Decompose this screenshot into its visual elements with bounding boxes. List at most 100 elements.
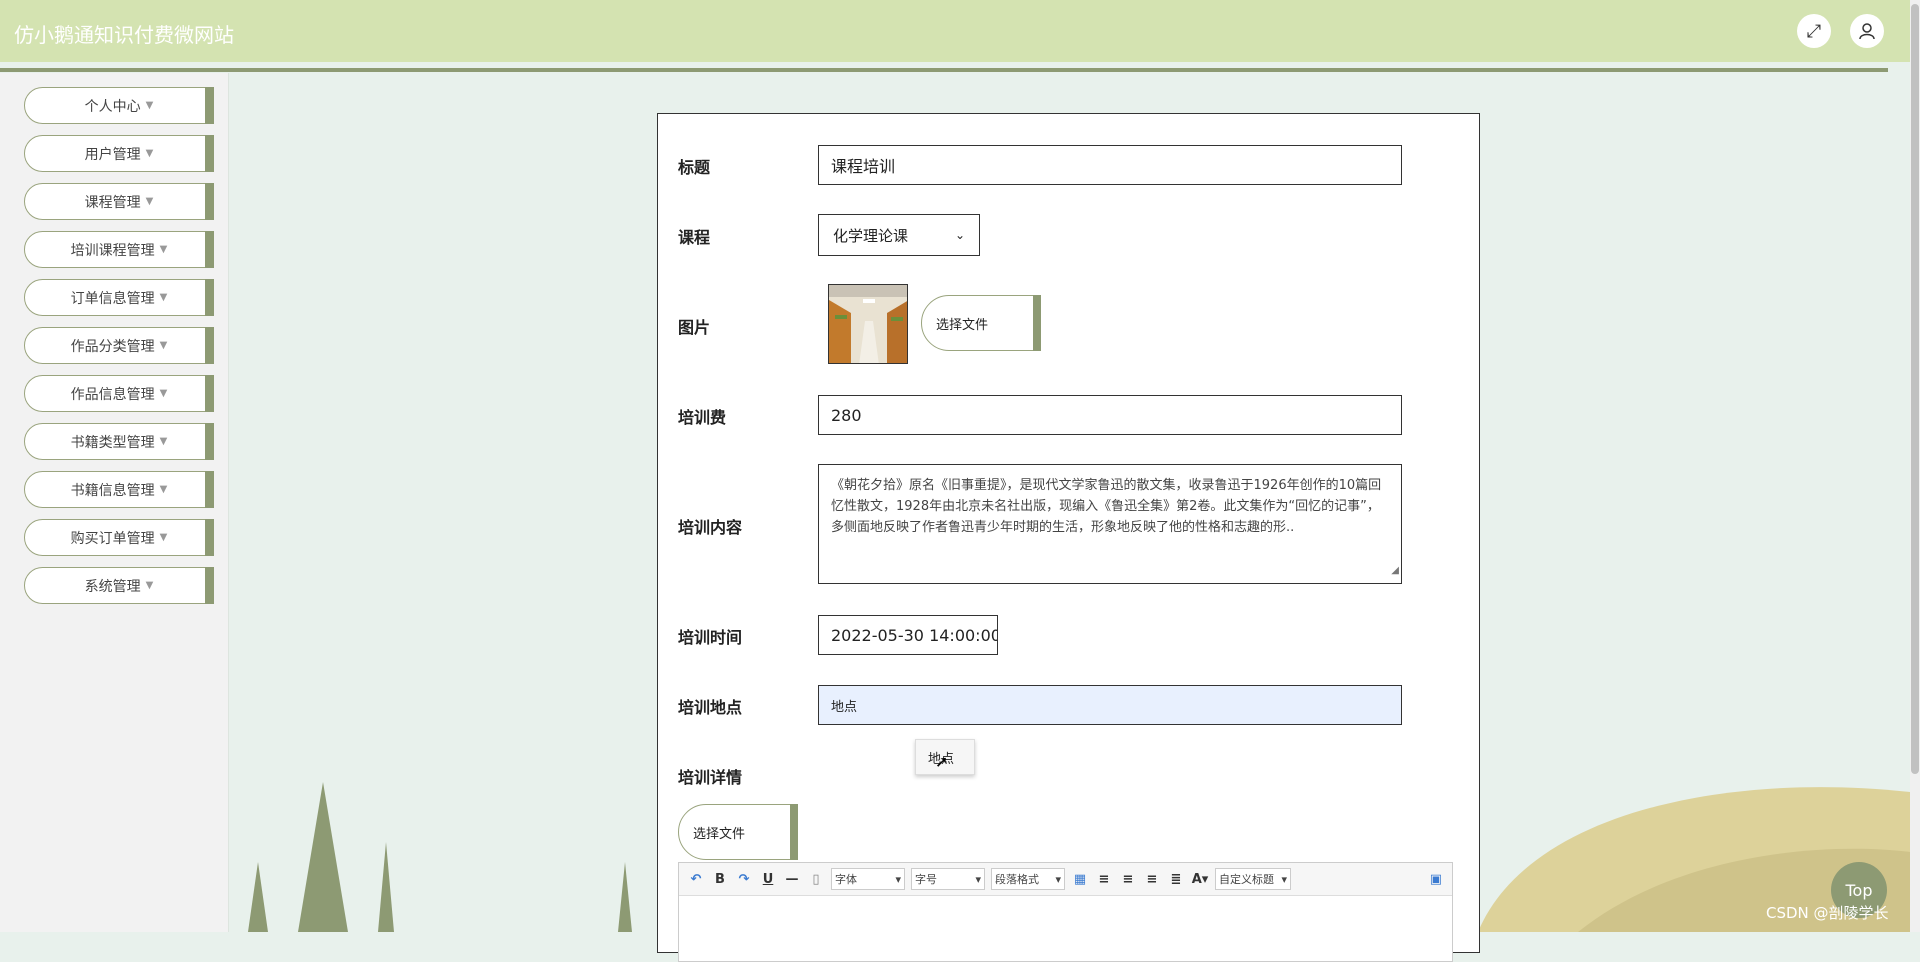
header-divider xyxy=(0,68,1888,72)
place-input-text: 地点 xyxy=(831,699,858,715)
redo-icon[interactable]: ↷ xyxy=(735,872,753,887)
caret-down-icon: ▼ xyxy=(159,484,168,495)
time-input[interactable]: 2022-05-30 14:00:00 xyxy=(818,615,998,655)
sidebar-item-label: 订单信息管理 xyxy=(70,290,155,307)
caret-down-icon: ▼ xyxy=(159,532,168,543)
sidebar: 个人中心 ▼ 用户管理 ▼ 课程管理 ▼ 培训课程管理 ▼ 订单信息管理 ▼ 作品分类管理… xyxy=(0,73,229,932)
time-value: 2022-05-30 14:00:00 xyxy=(831,625,998,645)
align-justify-icon[interactable]: ≣ xyxy=(1167,872,1185,887)
detail-choose-file-button[interactable]: 选择文件 xyxy=(678,804,798,860)
course-select-value: 化学理论课 xyxy=(833,226,909,245)
undo-icon[interactable]: ↶ xyxy=(687,872,705,887)
time-label: 培训时间 xyxy=(678,628,743,647)
align-left-icon[interactable]: ≡ xyxy=(1095,872,1113,887)
resize-handle-icon[interactable]: ◢ xyxy=(1391,560,1399,581)
sidebar-item-order-management[interactable]: 订单信息管理 ▼ xyxy=(24,279,214,316)
sidebar-item-label: 作品分类管理 xyxy=(70,338,155,355)
user-icon xyxy=(1859,23,1875,40)
size-select-label: 字号 xyxy=(915,873,937,886)
bold-icon[interactable]: B xyxy=(711,872,729,887)
sidebar-item-work-category-management[interactable]: 作品分类管理 ▼ xyxy=(24,327,214,364)
caret-down-icon: ▼ xyxy=(159,292,168,303)
content-value: 《朝花夕拾》原名《旧事重提》，是现代文学家鲁迅的散文集，收录鲁迅于1926年创作… xyxy=(831,478,1382,535)
align-right-icon[interactable]: ≡ xyxy=(1119,872,1137,887)
place-label: 培训地点 xyxy=(678,698,743,717)
horizontal-rule-icon[interactable]: — xyxy=(783,872,801,887)
editor-toolbar: ↶ B ↷ U — ▯ 字体 ▾ 字号 ▾ 段落格式 ▾ ▦ ≡ ≡ ≡ ≣ A▾ 自… xyxy=(679,863,1452,896)
top-bar: 仿小鹅通知识付费微网站 ⤢ xyxy=(0,0,1910,62)
caret-down-icon: ▼ xyxy=(145,148,154,159)
caret-down-icon: ▼ xyxy=(159,244,168,255)
detail-label: 培训详情 xyxy=(678,768,743,787)
caret-down-icon: ▼ xyxy=(159,388,168,399)
sidebar-item-user-management[interactable]: 用户管理 ▼ xyxy=(24,135,214,172)
caret-down-icon: ▼ xyxy=(145,100,154,111)
app-title: 仿小鹅通知识付费微网站 xyxy=(14,23,234,47)
sidebar-item-label: 书籍类型管理 xyxy=(70,434,155,451)
font-select[interactable]: 字体 ▾ xyxy=(831,868,905,890)
page-scrollbar[interactable] xyxy=(1910,0,1920,932)
image-choose-file-button[interactable]: 选择文件 xyxy=(921,295,1041,351)
sidebar-item-label: 系统管理 xyxy=(84,578,141,595)
dropdown-icon: ▾ xyxy=(1055,872,1061,886)
sidebar-item-label: 用户管理 xyxy=(84,146,141,163)
image-thumbnail xyxy=(828,284,908,364)
sidebar-item-personal-center[interactable]: 个人中心 ▼ xyxy=(24,87,214,124)
sidebar-item-system-management[interactable]: 系统管理 ▼ xyxy=(24,567,214,604)
watermark: CSDN @剖陵学长 xyxy=(1766,904,1889,922)
preview-icon[interactable]: ▣ xyxy=(1430,872,1442,887)
caret-down-icon: ▼ xyxy=(159,436,168,447)
caret-down-icon: ▼ xyxy=(145,196,154,207)
sidebar-item-training-course-management[interactable]: 培训课程管理 ▼ xyxy=(24,231,214,268)
sidebar-item-label: 个人中心 xyxy=(84,98,141,115)
sidebar-item-book-type-management[interactable]: 书籍类型管理 ▼ xyxy=(24,423,214,460)
custom-title-select[interactable]: 自定义标题 ▾ xyxy=(1215,868,1291,890)
sidebar-item-purchase-order-management[interactable]: 购买订单管理 ▼ xyxy=(24,519,214,556)
course-select[interactable]: 化学理论课 ⌄ xyxy=(818,214,980,256)
expand-icon: ⤢ xyxy=(1806,20,1822,42)
title-input[interactable]: 课程培训 xyxy=(818,145,1402,185)
caret-down-icon: ▼ xyxy=(145,580,154,591)
paragraph-format-select[interactable]: 段落格式 ▾ xyxy=(991,868,1065,890)
choose-file-label: 选择文件 xyxy=(936,317,989,333)
mouse-cursor-icon: ➚ xyxy=(935,752,949,771)
sidebar-item-label: 书籍信息管理 xyxy=(70,482,155,499)
table-icon[interactable]: ▦ xyxy=(1071,872,1089,887)
fee-label: 培训费 xyxy=(678,408,727,427)
dropdown-icon: ▾ xyxy=(1281,872,1287,886)
sidebar-item-course-management[interactable]: 课程管理 ▼ xyxy=(24,183,214,220)
font-select-label: 字体 xyxy=(835,873,857,886)
sidebar-item-book-info-management[interactable]: 书籍信息管理 ▼ xyxy=(24,471,214,508)
sidebar-item-label: 作品信息管理 xyxy=(70,386,155,403)
sidebar-item-label: 培训课程管理 xyxy=(70,242,155,259)
para-select-label: 段落格式 xyxy=(995,873,1039,886)
image-label: 图片 xyxy=(678,318,711,337)
custom-title-label: 自定义标题 xyxy=(1219,873,1274,886)
font-size-select[interactable]: 字号 ▾ xyxy=(911,868,985,890)
choose-file-label: 选择文件 xyxy=(693,826,746,842)
content-label: 培训内容 xyxy=(678,518,743,537)
fullscreen-button[interactable]: ⤢ xyxy=(1797,14,1831,48)
fee-value: 280 xyxy=(831,405,862,425)
document-icon[interactable]: ▯ xyxy=(807,872,825,887)
dropdown-icon: ▾ xyxy=(975,872,981,886)
caret-down-icon: ▼ xyxy=(159,340,168,351)
rich-text-editor: ↶ B ↷ U — ▯ 字体 ▾ 字号 ▾ 段落格式 ▾ ▦ ≡ ≡ ≡ ≣ A▾ 自… xyxy=(678,862,1453,962)
course-label: 课程 xyxy=(678,228,711,247)
scrollbar-thumb[interactable] xyxy=(1911,4,1919,774)
sidebar-item-work-info-management[interactable]: 作品信息管理 ▼ xyxy=(24,375,214,412)
align-center-icon[interactable]: ≡ xyxy=(1143,872,1161,887)
content-textarea[interactable]: 《朝花夕拾》原名《旧事重提》，是现代文学家鲁迅的散文集，收录鲁迅于1926年创作… xyxy=(818,464,1402,584)
sidebar-item-label: 购买订单管理 xyxy=(70,530,155,547)
chevron-down-icon: ⌄ xyxy=(954,228,965,242)
sidebar-item-label: 课程管理 xyxy=(84,194,141,211)
user-button[interactable] xyxy=(1850,14,1884,48)
dropdown-icon: ▾ xyxy=(895,872,901,886)
font-color-icon[interactable]: A▾ xyxy=(1191,872,1209,887)
title-value: 课程培训 xyxy=(831,157,896,176)
form-card: 标题 课程培训 课程 化学理论课 ⌄ 图片 选择文件 培训费 280 培训内容 … xyxy=(657,113,1480,962)
underline-icon[interactable]: U xyxy=(759,872,777,887)
library-photo xyxy=(829,285,907,363)
place-input[interactable]: 地点 xyxy=(818,685,1402,725)
fee-input[interactable]: 280 xyxy=(818,395,1402,435)
